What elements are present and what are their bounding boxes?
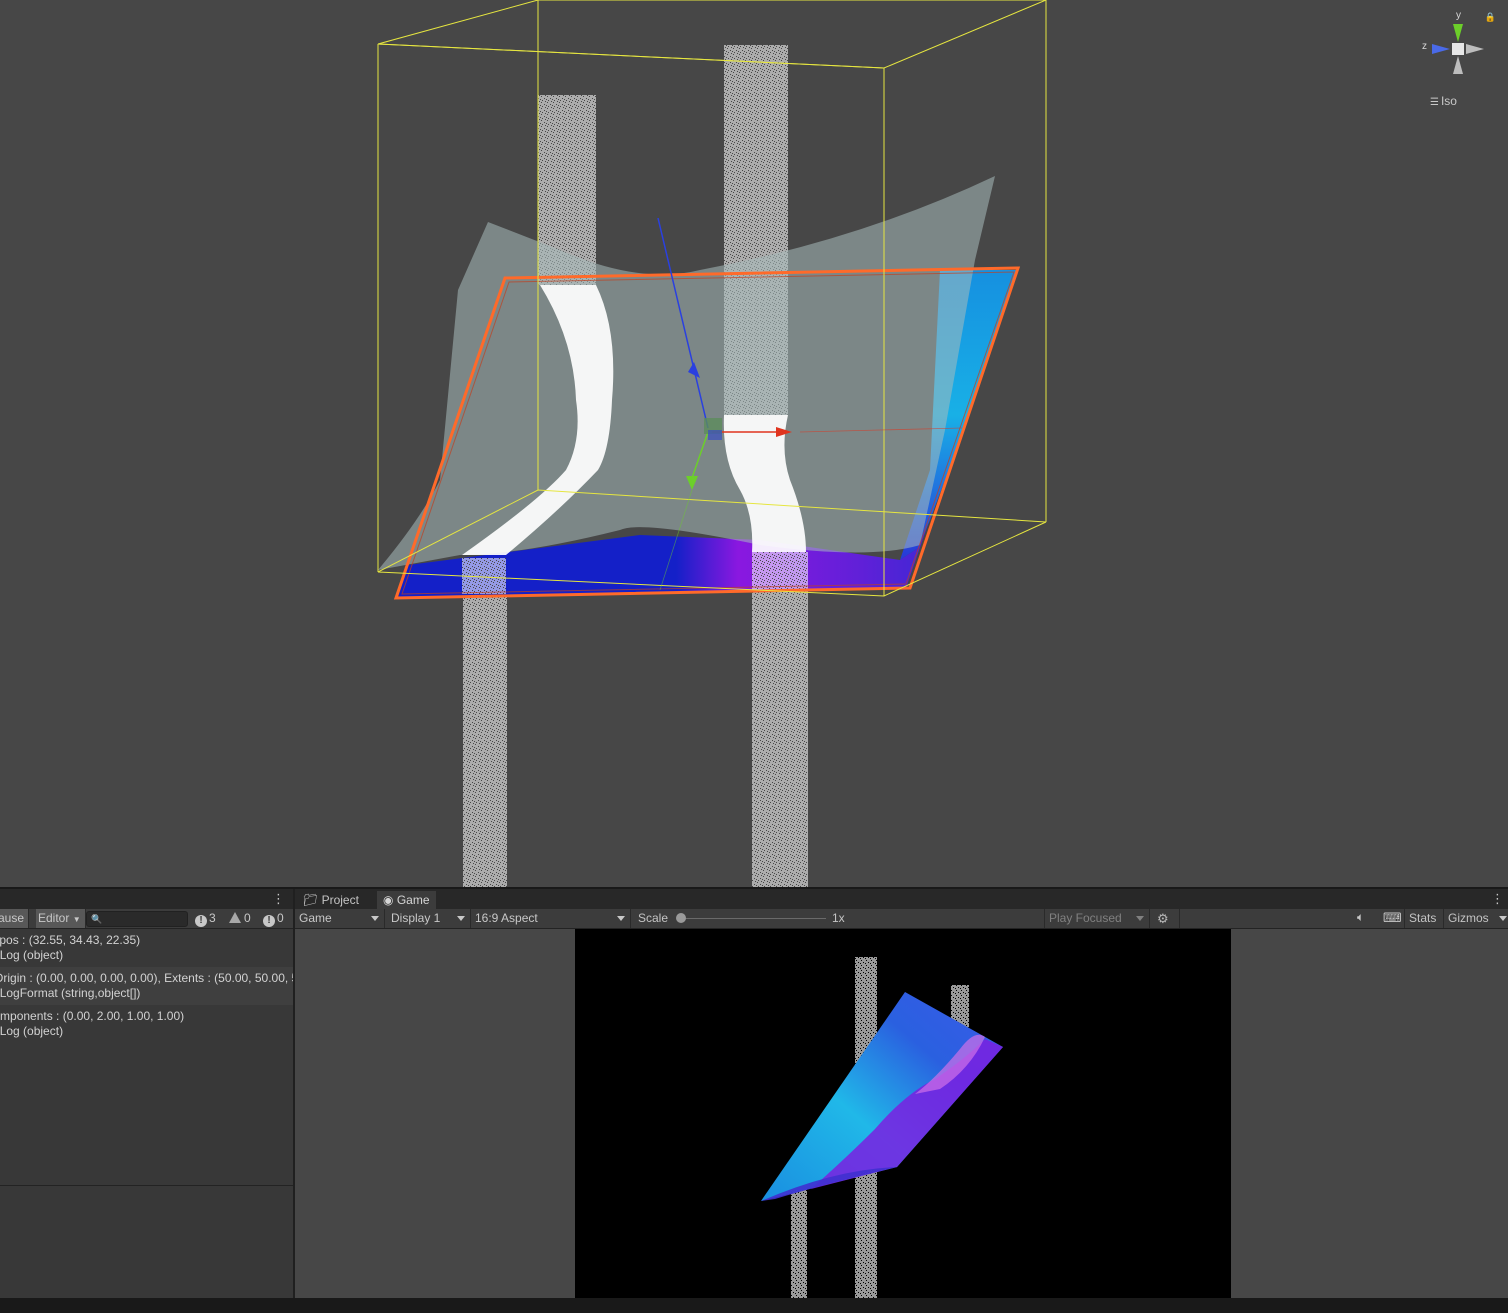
error-count-toggle[interactable]: ! 0: [263, 909, 284, 928]
gizmos-dropdown[interactable]: Gizmos: [1443, 909, 1507, 928]
chevron-down-icon: [1136, 916, 1144, 921]
error-count: 0: [277, 911, 284, 925]
play-mode-dropdown[interactable]: Play Focused: [1044, 909, 1150, 928]
console-toolbar: Pause Editor ▼ 🔍 !3 0 !0: [0, 909, 293, 929]
aspect-dropdown[interactable]: 16:9 Aspect: [471, 909, 631, 928]
log-stacktrace: Debug:Log (object): [0, 948, 64, 962]
gizmos-label: Gizmos: [1448, 911, 1489, 925]
tab-project[interactable]: 📁︎ Project: [297, 891, 365, 909]
lock-icon[interactable]: 🔒: [1485, 12, 1496, 23]
console-tab-bar: ⋮: [0, 889, 293, 909]
tab-label: Project: [321, 893, 359, 907]
status-bar: [0, 1298, 1508, 1313]
gizmo-y-cone: [1453, 24, 1463, 42]
log-stacktrace: Debug:LogFormat (string,object[]): [0, 986, 141, 1000]
chevron-down-icon: [457, 916, 465, 921]
warning-icon: [229, 912, 241, 923]
scale-slider-handle[interactable]: [676, 913, 686, 923]
more-options-icon[interactable]: ⋮: [272, 891, 285, 907]
gamepad-icon: ◉: [383, 893, 394, 907]
console-detail-divider[interactable]: [0, 1185, 293, 1186]
gizmo-z-label: z: [1422, 41, 1427, 52]
orientation-gizmo[interactable]: y z 🔒 ☰ Iso: [1410, 8, 1500, 108]
search-icon: 🔍: [91, 914, 103, 924]
stats-button[interactable]: Stats: [1404, 909, 1440, 928]
scale-value: 1x: [832, 911, 845, 925]
game-viewport[interactable]: [575, 929, 1231, 1298]
point-cloud-crossing: [752, 552, 808, 590]
gizmo-y-label: y: [1456, 10, 1461, 21]
editor-dropdown[interactable]: Editor ▼: [36, 909, 86, 928]
gizmo-z-cone: [1432, 44, 1450, 54]
view-mode-dropdown[interactable]: Game: [295, 909, 385, 928]
view-mode-label: Game: [299, 911, 332, 925]
scale-slider[interactable]: [681, 918, 826, 919]
game-toolbar: Game Display 1 16:9 Aspect Scale 1x Play…: [295, 909, 1508, 929]
game-render: [761, 957, 1003, 1298]
log-stacktrace: Debug:Log (object): [0, 1024, 64, 1038]
scale-label: Scale: [638, 911, 669, 925]
projection-label: Iso: [1440, 94, 1457, 108]
tab-label: Game: [396, 893, 430, 907]
folder-icon: 📁︎: [303, 893, 319, 907]
mute-audio-icon[interactable]: 🔈︎: [1357, 910, 1364, 925]
info-icon: !: [195, 915, 207, 927]
display-label: Display 1: [391, 911, 441, 925]
game-panel: 📁︎ Project ◉ Game ⋮ Game Display 1 16:9 …: [295, 889, 1508, 1298]
point-cloud-column: [463, 590, 507, 887]
log-count-toggle[interactable]: ! 3: [195, 909, 216, 928]
console-search-input[interactable]: 🔍: [86, 911, 188, 927]
toolbar-separator: [1179, 909, 1180, 928]
chevron-down-icon: [617, 916, 625, 921]
log-count: 3: [209, 911, 216, 925]
pause-label: Pause: [0, 911, 25, 925]
console-log-entry[interactable]: Bounds Origin : (0.00, 0.00, 0.00, 0.00)…: [0, 967, 293, 1005]
warning-count-toggle[interactable]: 0: [229, 909, 251, 928]
tab-game[interactable]: ◉ Game: [377, 891, 436, 909]
chevron-down-icon: [371, 916, 379, 921]
log-message: Vector components : (0.00, 2.00, 1.00, 1…: [0, 1009, 185, 1023]
error-pause-button[interactable]: Pause: [0, 909, 30, 928]
play-mode-label: Play Focused: [1049, 911, 1122, 925]
error-icon: !: [263, 915, 275, 927]
game-point-column: [791, 1187, 807, 1298]
console-log-entry[interactable]: Hit at pos : (32.55, 34.43, 22.35) Debug…: [0, 929, 293, 967]
projection-toggle[interactable]: ☰ Iso: [1430, 94, 1457, 108]
keyboard-shortcuts-icon[interactable]: ⌨: [1383, 910, 1402, 926]
translucent-mesh: [378, 176, 995, 570]
console-log-entry[interactable]: Vector components : (0.00, 2.00, 1.00, 1…: [0, 1005, 293, 1043]
point-cloud-column: [752, 590, 808, 887]
log-message: Bounds Origin : (0.00, 0.00, 0.00, 0.00)…: [0, 971, 293, 985]
scene-view[interactable]: y z 🔒 ☰ Iso: [0, 0, 1508, 887]
scene-canvas[interactable]: [0, 0, 1508, 887]
console-panel: ⋮ Pause Editor ▼ 🔍 !3 0 !0 Hit at pos : …: [0, 889, 293, 1298]
chevron-down-icon: ▼: [72, 915, 81, 924]
log-message: Hit at pos : (32.55, 34.43, 22.35): [0, 933, 141, 947]
editor-label: Editor: [38, 911, 70, 925]
warning-count: 0: [244, 911, 251, 925]
display-dropdown[interactable]: Display 1: [387, 909, 471, 928]
chevron-down-icon: [1498, 916, 1507, 921]
more-options-icon[interactable]: ⋮: [1491, 891, 1504, 907]
aspect-label: 16:9 Aspect: [475, 911, 538, 925]
debug-icon[interactable]: ⚙: [1157, 911, 1169, 927]
game-tab-bar: 📁︎ Project ◉ Game ⋮: [295, 889, 1508, 909]
menu-icon: ☰: [1430, 97, 1439, 108]
